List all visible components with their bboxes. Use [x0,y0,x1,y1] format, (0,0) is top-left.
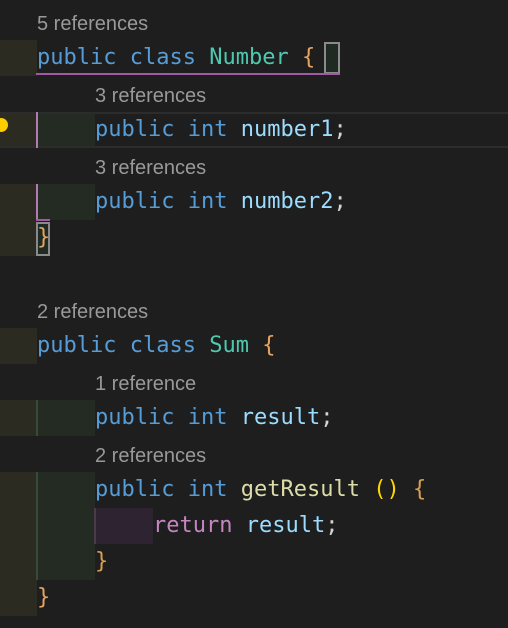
method-name: getResult [240,477,360,502]
indent-guide-bg [95,508,153,544]
field-name: result [240,405,321,430]
indent-guide [94,508,96,544]
field-name: number1 [240,117,334,142]
indent-guide-bg [0,184,37,256]
class-name: Sum [209,333,249,358]
open-brace: { [262,333,276,358]
close-brace: } [37,585,51,610]
indent-guide-bg [0,328,37,364]
indent-guide-bg [37,400,95,436]
method-declaration-line[interactable]: public int getResult () { [95,472,426,508]
parameter-parens: () [373,477,400,502]
open-brace: { [301,45,316,70]
close-brace: } [37,225,51,250]
class-declaration-line[interactable]: public class Number { [37,40,315,76]
modifier: public [95,117,175,142]
codelens-references[interactable]: 5 references [37,12,148,36]
terminator: ; [333,117,347,142]
indent-guide-bg [0,40,37,76]
keyword: class [129,333,196,358]
active-indent-guide [36,184,38,221]
keyword: public [37,45,117,70]
field-name: number2 [240,189,334,214]
field-declaration-line[interactable]: public int number2; [95,184,347,220]
terminator: ; [320,405,334,430]
class-declaration-line[interactable]: public class Sum { [37,328,275,364]
return-statement-line[interactable]: return result; [153,508,338,544]
return-type: int [187,477,228,502]
field-declaration-line[interactable]: public int number1; [95,112,347,148]
modifier: public [95,405,175,430]
close-brace: } [95,549,109,574]
class-name: Number [209,45,289,70]
return-value: result [245,513,326,538]
terminator: ; [333,189,347,214]
close-brace-line[interactable]: } [95,544,108,580]
indent-guide-bg [0,472,37,616]
close-brace-line[interactable]: } [37,220,50,256]
type: int [187,189,228,214]
indent-guide [36,400,38,436]
bracket-match-box [324,42,340,74]
type: int [187,117,228,142]
active-indent-guide [36,112,38,148]
indent-guide-bg [0,400,37,436]
codelens-references[interactable]: 3 references [95,156,206,180]
close-brace-line[interactable]: } [37,580,50,616]
field-declaration-line[interactable]: public int result; [95,400,333,436]
indent-guide [36,472,38,580]
codelens-references[interactable]: 3 references [95,84,206,108]
indent-guide-bg [37,472,95,580]
keyword: class [129,45,196,70]
indent-guide-bg [37,184,95,220]
codelens-references[interactable]: 1 reference [95,372,196,396]
type: int [187,405,228,430]
open-brace: { [412,477,427,502]
modifier: public [95,477,175,502]
keyword: public [37,333,117,358]
modifier: public [95,189,175,214]
terminator: ; [325,513,339,538]
return-keyword: return [153,513,233,538]
codelens-references[interactable]: 2 references [37,300,148,324]
codelens-references[interactable]: 2 references [95,444,206,468]
